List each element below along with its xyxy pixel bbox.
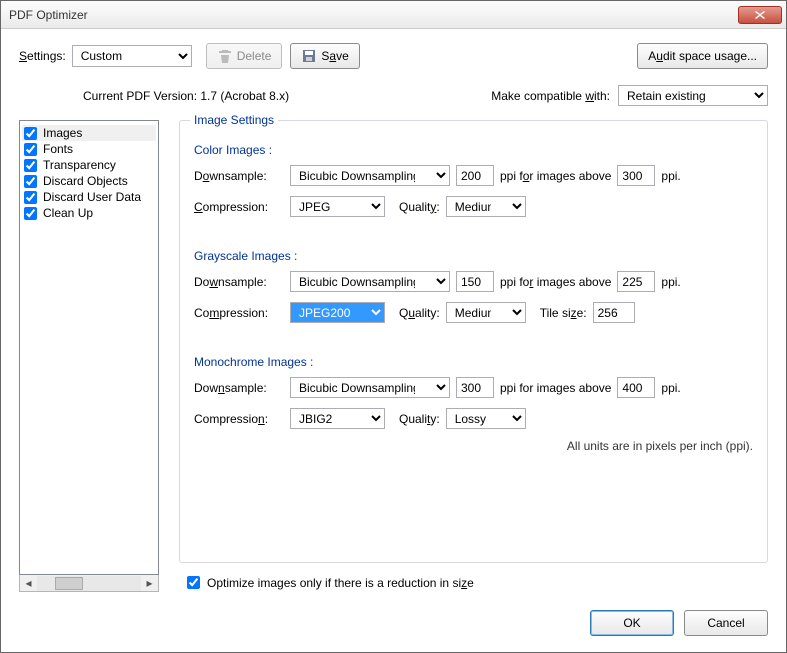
color-compression-label: Compression: — [194, 200, 284, 214]
optimize-only-if-smaller-row: Optimize images only if there is a reduc… — [183, 573, 768, 592]
units-note: All units are in pixels per inch (ppi). — [194, 439, 753, 453]
scroll-thumb[interactable] — [55, 577, 83, 590]
scroll-right-arrow[interactable]: ▸ — [141, 576, 158, 591]
color-downsample-label: Downsample: — [194, 169, 284, 183]
audit-space-usage-button[interactable]: Audit space usage... — [637, 43, 768, 69]
compat-combo[interactable]: Retain existing — [618, 85, 768, 106]
top-toolbar: Settings: Custom Delete Save Audit space… — [19, 43, 768, 69]
gray-compression-label: Compression: — [194, 306, 284, 320]
color-ppi-above-input[interactable] — [617, 165, 655, 186]
sidebar-item-fonts[interactable]: Fonts — [22, 141, 156, 157]
settings-combo[interactable]: Custom — [72, 45, 192, 67]
color-quality-combo[interactable]: Medium — [446, 196, 526, 217]
gray-tile-input[interactable] — [593, 302, 635, 323]
sidebar-check-clean-up[interactable] — [24, 207, 37, 220]
current-pdf-version: Current PDF Version: 1.7 (Acrobat 8.x) — [83, 89, 289, 103]
gray-quality-combo[interactable]: Medium — [446, 302, 526, 323]
group-legend: Image Settings — [190, 113, 278, 127]
color-downsample-method[interactable]: Bicubic Downsampling to — [290, 165, 450, 186]
gray-ppi-above-label: ppi for images above — [500, 275, 611, 289]
color-compression-row: Compression: JPEG Quality: Medium — [194, 196, 753, 217]
ok-button[interactable]: OK — [590, 610, 674, 636]
main-area: Images Fonts Transparency Discard Object… — [19, 120, 768, 592]
color-compression-combo[interactable]: JPEG — [290, 196, 385, 217]
mono-compression-row: Compression: JBIG2 Quality: Lossy — [194, 408, 753, 429]
image-settings-group: Image Settings Color Images : Downsample… — [179, 120, 768, 563]
mono-compression-label: Compression: — [194, 412, 284, 426]
save-button[interactable]: Save — [290, 43, 359, 69]
sidebar-item-discard-objects[interactable]: Discard Objects — [22, 173, 156, 189]
sidebar-item-transparency[interactable]: Transparency — [22, 157, 156, 173]
titlebar: PDF Optimizer — [1, 1, 786, 29]
sidebar-item-images[interactable]: Images — [22, 125, 156, 141]
mono-images-heading: Monochrome Images : — [194, 355, 753, 369]
pdf-optimizer-window: PDF Optimizer Settings: Custom Delete Sa… — [0, 0, 787, 653]
close-icon — [755, 11, 765, 19]
mono-quality-label: Quality: — [399, 412, 440, 426]
scroll-track[interactable] — [37, 576, 141, 591]
mono-compression-combo[interactable]: JBIG2 — [290, 408, 385, 429]
optimize-only-if-smaller-label: Optimize images only if there is a reduc… — [207, 576, 474, 590]
sidebar-item-discard-user-data[interactable]: Discard User Data — [22, 189, 156, 205]
color-quality-label: Quality: — [399, 200, 440, 214]
gray-downsample-method[interactable]: Bicubic Downsampling to — [290, 271, 450, 292]
category-list[interactable]: Images Fonts Transparency Discard Object… — [19, 120, 159, 575]
gray-quality-label: Quality: — [399, 306, 440, 320]
dialog-footer: OK Cancel — [19, 610, 768, 636]
sidebar-check-transparency[interactable] — [24, 159, 37, 172]
sidebar-check-images[interactable] — [24, 127, 37, 140]
dialog-body: Settings: Custom Delete Save Audit space… — [1, 29, 786, 652]
save-icon — [301, 48, 317, 64]
gray-images-heading: Grayscale Images : — [194, 249, 753, 263]
gray-compression-combo[interactable]: JPEG2000 — [290, 302, 385, 323]
mono-ppi-input[interactable] — [456, 377, 494, 398]
mono-downsample-method[interactable]: Bicubic Downsampling to — [290, 377, 450, 398]
window-title: PDF Optimizer — [9, 8, 738, 22]
sidebar-item-clean-up[interactable]: Clean Up — [22, 205, 156, 221]
mono-ppi-above-input[interactable] — [617, 377, 655, 398]
gray-ppi-input[interactable] — [456, 271, 494, 292]
version-row: Current PDF Version: 1.7 (Acrobat 8.x) M… — [83, 85, 768, 106]
sidebar-hscrollbar[interactable]: ◂ ▸ — [19, 575, 159, 592]
mono-downsample-row: Downsample: Bicubic Downsampling to ppi … — [194, 377, 753, 398]
settings-content: Image Settings Color Images : Downsample… — [179, 120, 768, 592]
color-downsample-row: Downsample: Bicubic Downsampling to ppi … — [194, 165, 753, 186]
sidebar-check-discard-objects[interactable] — [24, 175, 37, 188]
color-images-heading: Color Images : — [194, 143, 753, 157]
mono-ppi-above-label: ppi for images above — [500, 381, 611, 395]
color-ppi-input[interactable] — [456, 165, 494, 186]
scroll-left-arrow[interactable]: ◂ — [20, 576, 37, 591]
delete-button: Delete — [206, 43, 283, 69]
trash-icon — [217, 48, 233, 64]
mono-downsample-label: Downsample: — [194, 381, 284, 395]
gray-tile-label: Tile size: — [540, 306, 587, 320]
sidebar-check-discard-user-data[interactable] — [24, 191, 37, 204]
compat-label: Make compatible with: — [491, 89, 610, 103]
cancel-button[interactable]: Cancel — [684, 610, 768, 636]
mono-quality-combo[interactable]: Lossy — [446, 408, 526, 429]
optimize-only-if-smaller-checkbox[interactable] — [187, 576, 200, 589]
gray-downsample-row: Downsample: Bicubic Downsampling to ppi … — [194, 271, 753, 292]
gray-downsample-label: Downsample: — [194, 275, 284, 289]
sidebar-check-fonts[interactable] — [24, 143, 37, 156]
close-button[interactable] — [738, 6, 782, 24]
settings-label: Settings: — [19, 49, 66, 63]
category-sidebar: Images Fonts Transparency Discard Object… — [19, 120, 159, 592]
gray-compression-row: Compression: JPEG2000 Quality: Medium Ti… — [194, 302, 753, 323]
color-ppi-above-label: ppi for images above — [500, 169, 611, 183]
gray-ppi-above-input[interactable] — [617, 271, 655, 292]
